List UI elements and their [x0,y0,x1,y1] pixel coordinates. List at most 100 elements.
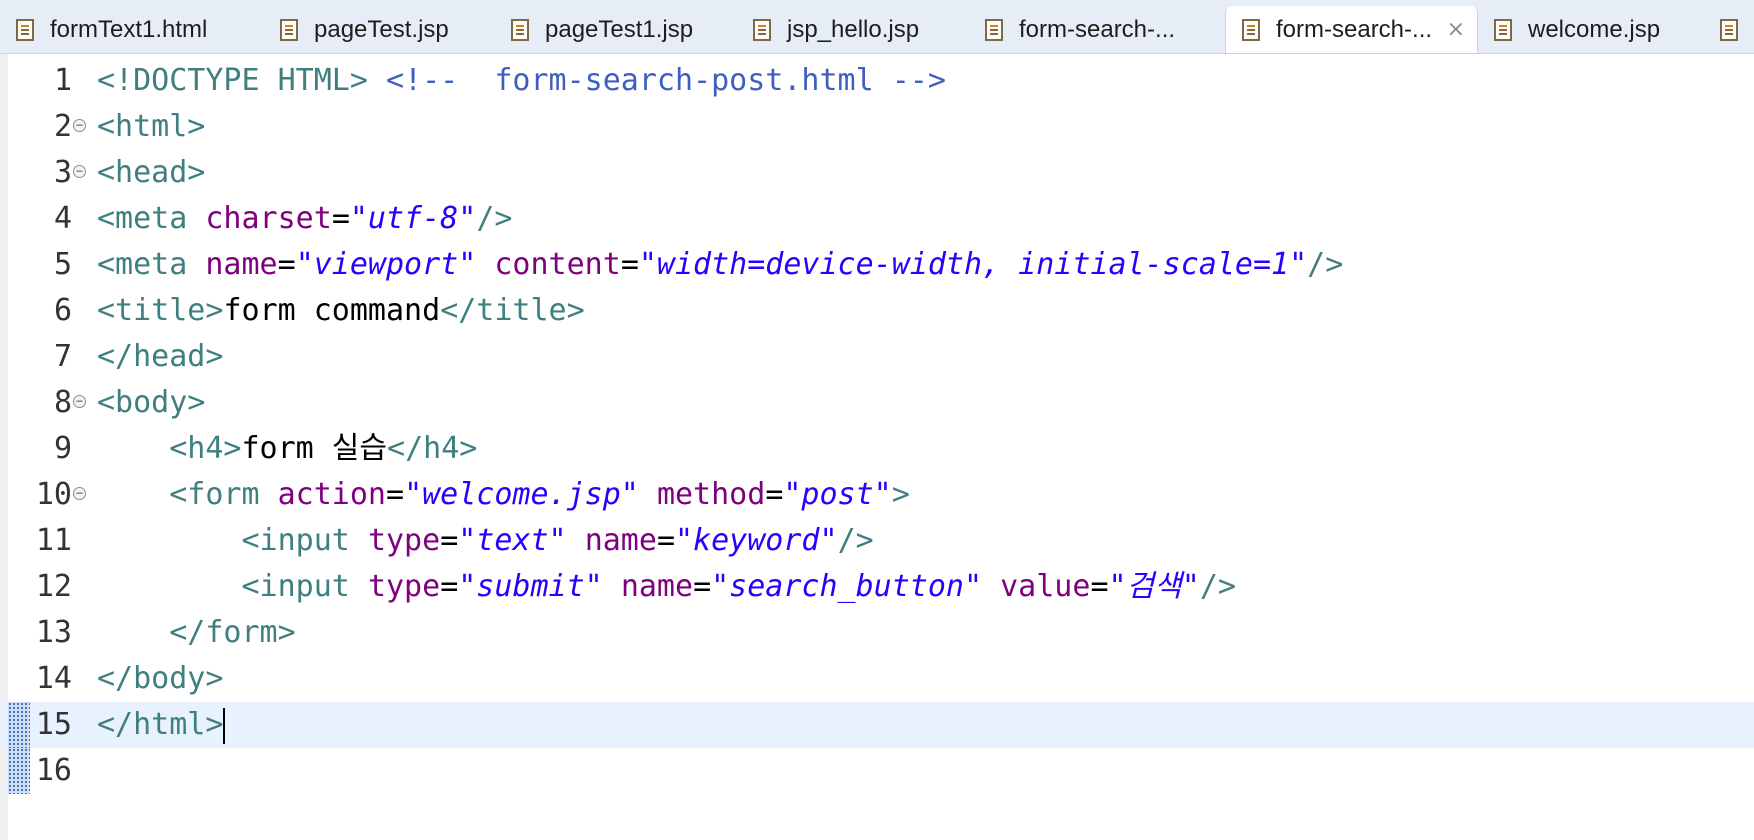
code-token: content [494,247,621,282]
code-line[interactable]: 8− <body> [0,380,1754,426]
tab-pagetest-jsp[interactable]: pageTest.jsp [264,6,500,53]
code-text: <input type="submit" name="search_button… [97,564,1236,610]
code-token: = [1090,569,1109,604]
code-token: type [367,523,441,558]
line-number: 7 [53,339,72,374]
file-icon [1242,19,1260,41]
code-token: </body> [97,661,224,696]
line-number: 3 [53,155,72,190]
code-token: form command [223,293,441,328]
code-line[interactable]: 11 <input type="text" name="keyword"/> [0,518,1754,564]
line-number: 14 [35,661,72,696]
code-line[interactable]: 15 </html> [0,702,1754,748]
tab-form-search-1[interactable]: form-search-... [969,6,1225,53]
code-text: <h4>form 실습</h4> [97,426,477,472]
code-token: /> [1307,247,1344,282]
code-token: "utf-8" [349,201,477,236]
code-token: value [1000,569,1091,604]
code-token: /> [1199,569,1236,604]
code-token: = [656,523,675,558]
code-token: > [891,477,910,512]
code-token: "viewport" [295,247,477,282]
code-text: </html> [97,702,226,748]
fold-collapse-icon[interactable]: − [73,487,86,500]
line-number: 6 [53,293,72,328]
code-token: <html> [97,109,206,144]
file-icon [753,19,771,41]
code-text: <meta name="viewport" content="width=dev… [97,242,1343,288]
fold-collapse-icon[interactable]: − [73,165,86,178]
fold-collapse-icon[interactable]: − [73,119,86,132]
tab-pagetest1-jsp[interactable]: pageTest1.jsp [495,6,735,53]
code-line[interactable]: 14 </body> [0,656,1754,702]
tab-form-search-active[interactable]: form-search-... ⨯ [1225,6,1478,53]
code-line[interactable]: 4 <meta charset="utf-8"/> [0,196,1754,242]
code-token: "search_button" [711,569,983,604]
tab-label: form-search-... [1276,16,1433,43]
tab-jsp-hello-jsp[interactable]: jsp_hello.jsp [737,6,967,53]
code-text: <html> [97,104,205,150]
code-token: </h4> [387,431,478,466]
close-icon[interactable]: ⨯ [1447,6,1465,53]
code-line[interactable]: 2− <html> [0,104,1754,150]
code-token: action [277,477,386,512]
line-number: 9 [53,431,72,466]
code-token: = [277,247,296,282]
code-line[interactable]: 10− <form action="welcome.jsp" method="p… [0,472,1754,518]
code-token: name [205,247,278,282]
code-text: <head> [97,150,205,196]
code-text: <form action="welcome.jsp" method="post"… [97,472,910,518]
code-editor[interactable]: 1 <!DOCTYPE HTML> <!-- form-search-post.h… [0,54,1754,840]
file-icon [280,19,298,41]
code-token: = [620,247,639,282]
tab-formtext1-html[interactable]: formText1.html [0,6,256,53]
code-line[interactable]: 12 <input type="submit" name="search_but… [0,564,1754,610]
code-line[interactable]: 6 <title>form command</title> [0,288,1754,334]
code-token: /> [837,523,874,558]
code-token: </form> [169,615,296,650]
text-cursor [223,707,226,744]
code-line[interactable]: 7 </head> [0,334,1754,380]
code-token: <body> [97,385,206,420]
code-line[interactable]: 5 <meta name="viewport" content="width=de… [0,242,1754,288]
tab-label: jsp_hello.jsp [787,16,920,43]
tab-label: pageTest.jsp [314,16,449,43]
line-number: 1 [53,63,72,98]
code-token: type [367,569,441,604]
tab-overflow-file[interactable] [1704,6,1754,53]
code-line[interactable]: 3− <head> [0,150,1754,196]
editor-tab-bar: formText1.html pageTest.jsp pageTest1.js… [0,0,1754,54]
code-line[interactable]: 13 </form> [0,610,1754,656]
code-token: <input [241,523,368,558]
code-line[interactable]: 16 [0,748,1754,794]
code-token: = [386,477,405,512]
code-text: <input type="text" name="keyword"/> [97,518,874,564]
code-token: </title> [440,293,585,328]
code-token: "width=device-width, initial-scale=1" [638,247,1308,282]
code-text: <!DOCTYPE HTML> <!-- form-search-post.ht… [97,58,946,104]
code-line[interactable]: 1 <!DOCTYPE HTML> <!-- form-search-post.h… [0,58,1754,104]
code-text: </form> [97,610,296,656]
tab-label: form-search-... [1019,16,1176,43]
code-token: "검색" [1108,569,1200,604]
fold-collapse-icon[interactable]: − [73,395,86,408]
code-line[interactable]: 9 <h4>form 실습</h4> [0,426,1754,472]
line-number: 12 [35,569,72,604]
line-number: 11 [35,523,72,558]
file-icon [1494,19,1512,41]
line-number: 16 [35,753,72,788]
line-number: 10 [35,477,72,512]
code-token: charset [205,201,332,236]
code-token: "welcome.jsp" [404,477,639,512]
file-icon [985,19,1003,41]
code-token: </html> [97,707,224,742]
tab-welcome-jsp[interactable]: welcome.jsp [1478,6,1714,53]
code-token: = [331,201,350,236]
